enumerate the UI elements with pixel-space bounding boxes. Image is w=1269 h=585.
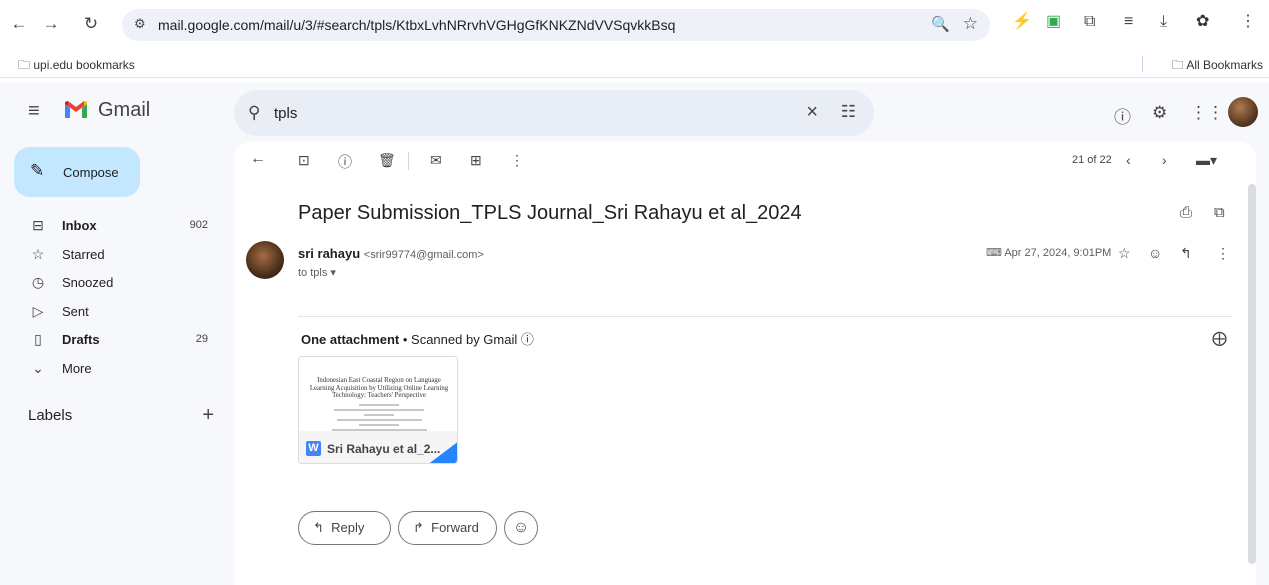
url-text[interactable]: mail.google.com/mail/u/3/#search/tpls/Kt… (158, 17, 675, 33)
preview-lines (329, 403, 429, 431)
search-icon[interactable]: ⚲ (248, 103, 260, 123)
sidebar-item-sent[interactable]: ▷ Sent (0, 298, 222, 327)
forward-button[interactable]: ↱ Forward (398, 511, 497, 545)
pager-count: 21 of 22 (1072, 154, 1112, 166)
reply-arrow-icon: ↰ (313, 520, 324, 535)
email-date: ⌨ Apr 27, 2024, 9:01PM (986, 247, 1112, 259)
profile-icon[interactable]: ✿ (1196, 12, 1209, 32)
zoom-icon[interactable]: 🔍 (931, 15, 950, 33)
newer-icon[interactable]: ‹ (1126, 152, 1131, 168)
more-options-icon[interactable]: ⋮ (510, 152, 524, 169)
browser-toolbar: ← → ↻ ⚙ mail.google.com/mail/u/3/#search… (0, 0, 1269, 50)
star-icon: ☆ (31, 245, 45, 262)
reply-icon[interactable]: ↰ (1180, 245, 1192, 262)
open-new-window-icon[interactable]: ⧉ (1214, 204, 1225, 221)
bookmark-folder-upi[interactable]: 🗀 upi.edu bookmarks (18, 56, 135, 77)
sidebar-item-drafts[interactable]: ▯ Drafts 29 (0, 326, 222, 355)
print-icon[interactable]: ⎙ (1180, 204, 1192, 221)
word-doc-icon: W (306, 441, 321, 456)
message-panel: ← ⊡ ⓘ 🗑 ✉ ⊞ ⋮ 21 of 22 ‹ › ▬▾ Paper Subm… (234, 142, 1256, 585)
apps-grid-icon[interactable]: ⋮⋮ (1190, 103, 1224, 123)
gmail-header: ≡ Gmail ⚲ tpls × ☷ ⓘ ⚙ ⋮⋮ (0, 82, 1269, 142)
input-tools-icon[interactable]: ▬▾ (1196, 152, 1217, 169)
inbox-icon: ⊟ (32, 217, 44, 233)
site-info-icon[interactable]: ⚙ (134, 16, 146, 32)
send-icon: ▷ (32, 302, 44, 319)
sidebar-nav: ⊟ Inbox 902 ☆ Starred ◷ Snoozed ▷ Sent ▯… (0, 212, 222, 383)
main-menu-icon[interactable]: ≡ (28, 100, 40, 123)
forward-arrow-icon: ↱ (413, 520, 424, 535)
delete-icon[interactable]: 🗑 (378, 152, 396, 169)
move-to-icon[interactable]: ⊞ (470, 152, 482, 169)
address-bar[interactable]: ⚙ mail.google.com/mail/u/3/#search/tpls/… (122, 9, 990, 41)
all-bookmarks-button[interactable]: 🗀 All Bookmarks (1172, 56, 1263, 77)
reply-button[interactable]: ↰ Reply (298, 511, 391, 545)
attachment-card[interactable]: Indonesian East Coastal Region on Langua… (298, 356, 458, 464)
attachment-header: One attachment • Scanned by Gmail ⓘ (301, 332, 534, 347)
bookmarks-separator (1142, 56, 1143, 72)
back-icon[interactable]: ← (8, 13, 30, 35)
page-fold-icon (427, 441, 457, 463)
reload-icon[interactable]: ↻ (80, 13, 102, 35)
puzzle-icon[interactable]: ⧉ (1084, 12, 1095, 32)
clear-search-icon[interactable]: × (806, 101, 818, 124)
attachment-doc-title: Indonesian East Coastal Region on Langua… (309, 377, 449, 399)
labels-title: Labels (28, 407, 73, 424)
attachment-divider (298, 316, 1232, 317)
sidebar-item-snoozed[interactable]: ◷ Snoozed (0, 269, 222, 298)
gmail-body: ✎ Compose ⊟ Inbox 902 ☆ Starred ◷ Snooze… (0, 142, 1269, 585)
star-message-icon[interactable]: ☆ (1118, 245, 1131, 262)
download-icon[interactable]: ⤓ (1160, 12, 1167, 32)
attachment-filename: Sri Rahayu et al_2... (327, 442, 441, 456)
sidebar-item-more[interactable]: ⌄ More (0, 355, 222, 384)
bookmark-star-icon[interactable]: ☆ (963, 14, 978, 34)
draft-icon: ▯ (34, 331, 42, 347)
labels-section: Labels + (28, 404, 214, 427)
recipient-line[interactable]: to tpls ▾ (298, 266, 336, 279)
compose-label: Compose (63, 165, 119, 180)
sidebar-item-starred[interactable]: ☆ Starred (0, 241, 222, 270)
gmail-wordmark[interactable]: Gmail (98, 99, 150, 122)
attachment-footer: W Sri Rahayu et al_2... (299, 431, 457, 463)
search-options-icon[interactable]: ☷ (841, 102, 856, 122)
report-spam-icon[interactable]: ⓘ (338, 152, 352, 172)
extension-icon[interactable]: ▣ (1046, 12, 1061, 32)
account-avatar[interactable] (1228, 97, 1258, 127)
sender-email: <srir99774@gmail.com> (363, 249, 484, 261)
back-to-list-icon[interactable]: ← (250, 150, 266, 168)
sidebar-item-inbox[interactable]: ⊟ Inbox 902 (0, 212, 222, 241)
browser-menu-icon[interactable]: ⋮ (1240, 12, 1256, 32)
inbox-count: 902 (189, 219, 208, 231)
attachment-preview: Indonesian East Coastal Region on Langua… (299, 357, 457, 431)
message-scrollbar[interactable] (1248, 184, 1256, 564)
compose-button[interactable]: ✎ Compose (14, 147, 140, 197)
clock-icon: ◷ (31, 274, 45, 290)
email-subject: Paper Submission_TPLS Journal_Sri Rahayu… (298, 202, 802, 224)
mark-unread-icon[interactable]: ✉ (430, 152, 442, 169)
sender-avatar[interactable] (246, 241, 284, 279)
search-bar[interactable]: ⚲ tpls × ☷ (234, 90, 874, 136)
toolbar-separator (408, 152, 409, 170)
archive-icon[interactable]: ⊡ (298, 152, 310, 169)
emoji-reaction-button[interactable]: ☺ (504, 511, 538, 545)
lightning-extension-icon[interactable]: ⚡ (1012, 12, 1032, 32)
pencil-icon: ✎ (30, 161, 45, 180)
chevron-down-icon: ⌄ (32, 359, 44, 376)
reading-list-icon[interactable]: ≡ (1124, 12, 1133, 32)
settings-gear-icon[interactable]: ⚙ (1152, 103, 1167, 123)
add-label-icon[interactable]: + (202, 404, 214, 427)
gmail-logo-icon (65, 101, 87, 118)
older-icon[interactable]: › (1162, 152, 1167, 168)
drafts-count: 29 (195, 333, 208, 345)
message-more-icon[interactable]: ⋮ (1216, 245, 1230, 262)
help-icon[interactable]: ⓘ (1114, 103, 1131, 128)
emoji-react-icon[interactable]: ☺ (1148, 245, 1162, 261)
search-input[interactable]: tpls (274, 105, 297, 122)
bookmarks-bar: 🗀 upi.edu bookmarks 🗀 All Bookmarks (0, 50, 1269, 78)
forward-nav-icon[interactable]: → (40, 13, 62, 35)
sender-name[interactable]: sri rahayu <srir99774@gmail.com> (298, 246, 484, 261)
add-to-drive-icon[interactable]: ⨁ (1212, 329, 1227, 347)
